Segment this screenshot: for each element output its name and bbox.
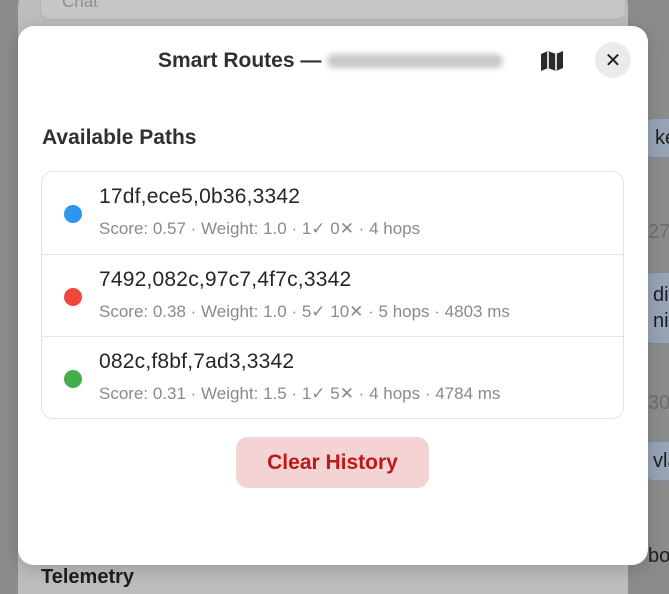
background-chip: ke [646,118,669,158]
path-row[interactable]: 17df,ece5,0b36,3342 Score: 0.57 · Weight… [42,172,623,255]
clear-history-button[interactable]: Clear History [236,437,429,488]
background-text: 27 [648,221,669,243]
path-name: 7492,082c,97c7,4f7c,3342 [99,267,352,291]
background-chip: vla [646,441,669,481]
background-text: 30 [648,392,669,414]
section-title: Available Paths [42,126,197,149]
background-chat-input [40,0,626,20]
path-color-dot [64,287,82,306]
modal-title-text: Smart Routes — [158,49,322,72]
path-meta: Score: 0.38 · Weight: 1.0 · 5✓ 10✕ · 5 h… [99,301,510,321]
background-chat-label: Chat [62,0,98,11]
path-color-dot [64,205,82,223]
background-text: bo [648,545,669,567]
map-icon[interactable] [539,49,565,73]
background-telemetry-heading: Telemetry [41,566,135,588]
background-chip: div nit [646,272,669,344]
modal-title: Smart Routes — [158,48,504,74]
path-row[interactable]: 082c,f8bf,7ad3,3342 Score: 0.31 · Weight… [42,337,623,418]
path-row[interactable]: 7492,082c,97c7,4f7c,3342 Score: 0.38 · W… [42,255,623,338]
smart-routes-modal: Smart Routes — ✕ Available Paths 17df,ec… [18,26,648,565]
close-button[interactable]: ✕ [595,42,631,78]
path-name: 082c,f8bf,7ad3,3342 [99,350,295,374]
redacted-node-name [327,54,504,68]
path-meta: Score: 0.31 · Weight: 1.5 · 1✓ 5✕ · 4 ho… [99,384,501,404]
close-icon: ✕ [604,49,622,72]
path-meta: Score: 0.57 · Weight: 1.0 · 1✓ 0✕ · 4 ho… [99,219,421,238]
path-color-dot [64,370,82,389]
path-name: 17df,ece5,0b36,3342 [99,185,301,208]
path-list: 17df,ece5,0b36,3342 Score: 0.57 · Weight… [41,171,624,419]
